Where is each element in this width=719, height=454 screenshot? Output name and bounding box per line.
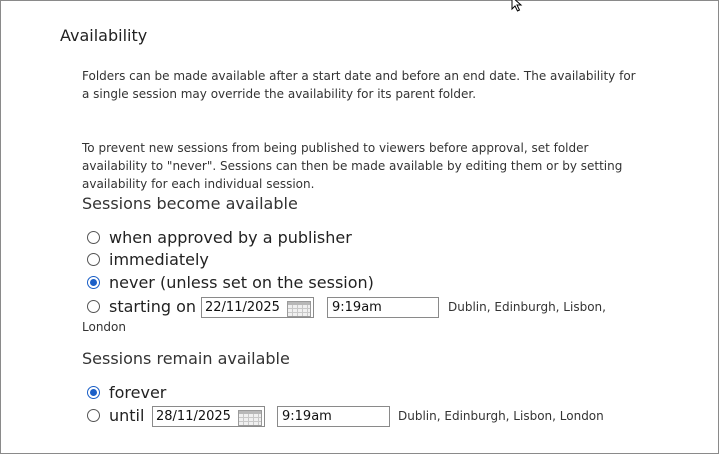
radio-button[interactable] — [87, 253, 100, 266]
radio-label: never (unless set on the session) — [109, 273, 374, 292]
radio-option-starting-on[interactable]: starting on — [87, 297, 196, 316]
start-time-value: 9:19am — [332, 300, 382, 315]
end-date-value: 28/11/2025 — [156, 409, 231, 424]
start-timezone-cont: London — [82, 320, 126, 334]
radio-option-forever[interactable]: forever — [87, 383, 166, 402]
radio-option-immediately[interactable]: immediately — [87, 250, 209, 269]
availability-panel: Availability Folders can be made availab… — [0, 0, 719, 454]
radio-label: until — [109, 406, 145, 425]
radio-button-selected[interactable] — [87, 276, 100, 289]
radio-button[interactable] — [87, 409, 100, 422]
end-time-value: 9:19am — [282, 409, 332, 424]
end-date-input[interactable]: 28/11/2025 — [152, 406, 265, 427]
start-date-value: 22/11/2025 — [205, 300, 280, 315]
radio-label: immediately — [109, 250, 209, 269]
radio-option-when-approved[interactable]: when approved by a publisher — [87, 228, 352, 247]
radio-button[interactable] — [87, 300, 100, 313]
calendar-icon[interactable] — [287, 301, 311, 317]
radio-label: when approved by a publisher — [109, 228, 352, 247]
radio-label: starting on — [109, 297, 197, 316]
end-time-input[interactable]: 9:19am — [277, 406, 390, 427]
remain-available-heading: Sessions remain available — [82, 349, 290, 368]
become-available-heading: Sessions become available — [82, 194, 298, 213]
availability-description: Folders can be made available after a st… — [82, 69, 636, 101]
section-title: Availability — [60, 26, 148, 45]
radio-button[interactable] — [87, 231, 100, 244]
radio-label: forever — [109, 383, 167, 402]
radio-option-never[interactable]: never (unless set on the session) — [87, 273, 374, 292]
end-timezone: Dublin, Edinburgh, Lisbon, London — [398, 409, 604, 423]
start-timezone: Dublin, Edinburgh, Lisbon, — [448, 300, 606, 314]
mouse-cursor-icon — [511, 0, 523, 12]
radio-option-until[interactable]: until — [87, 406, 144, 425]
calendar-icon[interactable] — [238, 410, 262, 426]
start-time-input[interactable]: 9:19am — [327, 297, 439, 318]
radio-button-selected[interactable] — [87, 386, 100, 399]
approval-description: To prevent new sessions from being publi… — [82, 141, 623, 191]
start-date-input[interactable]: 22/11/2025 — [201, 297, 314, 318]
